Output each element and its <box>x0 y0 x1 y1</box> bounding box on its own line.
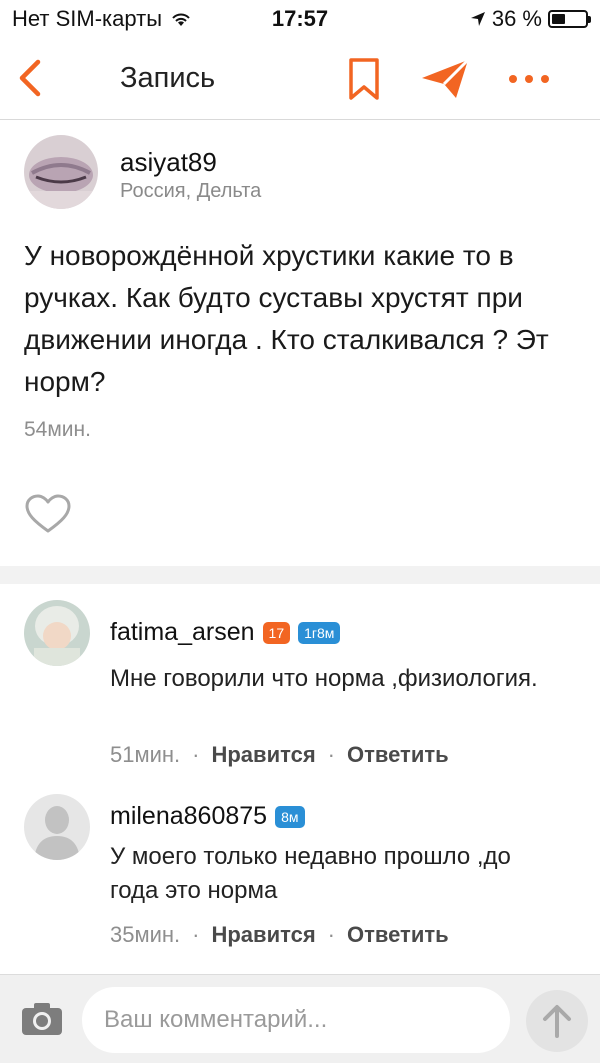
avatar[interactable] <box>24 135 98 209</box>
bookmark-button[interactable] <box>346 56 382 102</box>
separator: · <box>327 742 335 767</box>
battery-percent: 36 % <box>491 6 542 31</box>
page-title: Запись <box>120 62 216 94</box>
post-location: Россия, Дельта <box>120 180 262 202</box>
comment-list: fatima_arsen 17 1г8м Мне говорили что но… <box>0 584 600 974</box>
avatar[interactable] <box>24 794 90 860</box>
share-button[interactable] <box>420 56 472 102</box>
more-button[interactable] <box>506 66 552 92</box>
separator: · <box>327 922 335 947</box>
separator: · <box>192 922 200 947</box>
bookmark-icon <box>349 58 379 100</box>
comment-meta: 35мин. · Нравится · Ответить <box>110 922 449 948</box>
paper-plane-icon <box>422 58 470 98</box>
separator: · <box>192 742 200 767</box>
comment-author[interactable]: milena860875 <box>110 802 267 831</box>
post-time: 54мин. <box>24 418 91 441</box>
comment-input-bar <box>0 974 600 1063</box>
status-badge: 1г8м <box>298 621 341 644</box>
avatar-image <box>24 600 90 666</box>
status-bar: Нет SIM-карты 17:57 36 % <box>0 0 600 40</box>
battery-level <box>552 14 565 24</box>
comment-author[interactable]: fatima_arsen <box>110 618 255 647</box>
comment-time: 51мин. <box>110 742 181 767</box>
comment-header: milena860875 8м <box>110 802 305 831</box>
status-badge: 17 <box>262 621 291 644</box>
avatar[interactable] <box>24 600 90 666</box>
section-divider <box>0 566 600 584</box>
reply-button[interactable]: Ответить <box>347 922 449 948</box>
nav-bar: Запись <box>0 40 600 120</box>
arrow-up-icon <box>543 1005 571 1038</box>
status-right: 36 % <box>470 6 591 32</box>
heart-icon <box>25 494 71 533</box>
default-avatar-icon <box>24 794 90 860</box>
comment-time: 35мин. <box>110 922 181 947</box>
comment-text: У моего только недавно прошло ,до года э… <box>110 843 511 904</box>
status-badge: 8м <box>275 805 305 828</box>
send-comment-button[interactable] <box>526 990 588 1052</box>
battery-icon <box>548 10 591 28</box>
comment-header: fatima_arsen 17 1г8м <box>110 618 341 647</box>
location-arrow-icon <box>470 12 485 26</box>
like-button[interactable] <box>24 493 72 535</box>
post: asiyat89 Россия, Дельта У новорождённой … <box>0 121 600 583</box>
camera-button[interactable] <box>20 1001 64 1037</box>
comment-text: Мне говорили что норма ,физиология. <box>110 665 538 692</box>
like-comment-button[interactable]: Нравится <box>211 922 315 948</box>
post-author-name[interactable]: asiyat89 <box>120 147 217 178</box>
avatar-image <box>24 135 98 209</box>
reply-button[interactable]: Ответить <box>347 742 449 768</box>
comment-meta: 51мин. · Нравится · Ответить <box>110 742 449 768</box>
camera-icon <box>22 1003 62 1035</box>
post-text: У новорождённой хрустики какие то в ручк… <box>24 240 549 397</box>
comment-input[interactable] <box>82 987 510 1053</box>
like-comment-button[interactable]: Нравится <box>211 742 315 768</box>
chevron-left-icon <box>19 59 41 97</box>
more-dots-icon <box>509 75 549 83</box>
back-button[interactable] <box>12 56 52 100</box>
